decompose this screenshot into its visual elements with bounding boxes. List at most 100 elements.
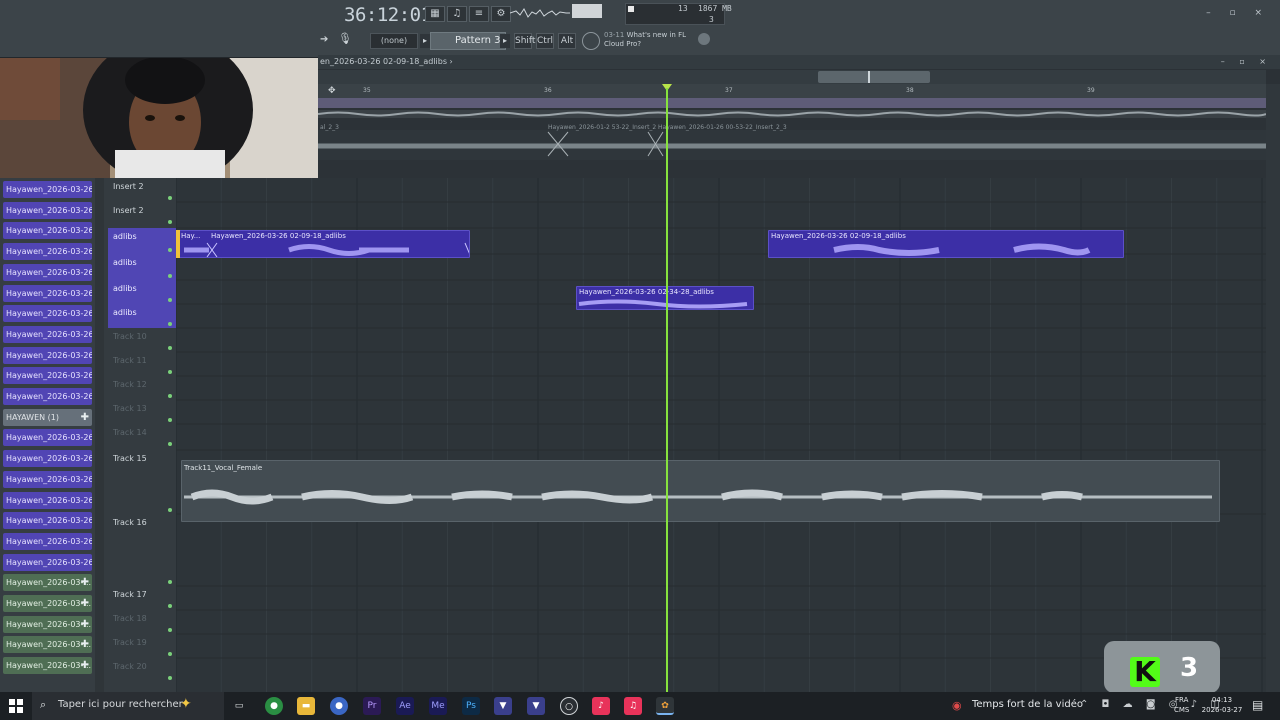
browser-item[interactable]: Hayawen_2026-03-... ✚ <box>3 595 92 612</box>
browser-item[interactable]: Hayawen_2026-03-26 02... <box>3 553 92 571</box>
master-volume-icon[interactable] <box>572 4 602 18</box>
track-header[interactable]: adlibs <box>108 254 176 280</box>
track-enable-icon[interactable] <box>168 274 172 278</box>
browser-item[interactable]: Hayawen_2026-03-26 02... <box>3 181 92 198</box>
app-icon[interactable]: ▼ <box>527 697 545 715</box>
record-arrow-icon[interactable]: ➔ <box>320 34 328 45</box>
track-enable-icon[interactable] <box>168 248 172 252</box>
timeline-ruler[interactable]: 35 36 37 38 39 ✥ <box>318 84 1266 98</box>
track-header[interactable]: Track 10 <box>108 328 176 352</box>
track-enable-icon[interactable] <box>168 370 172 374</box>
track-enable-icon[interactable] <box>168 322 172 326</box>
browser-item[interactable]: Hayawen_2026-03-26 02... <box>3 201 92 219</box>
track-header[interactable]: adlibs <box>108 304 176 328</box>
audio-clip-vocal[interactable]: Track11_Vocal_Female <box>181 460 1220 522</box>
horizontal-scrollbar[interactable] <box>318 70 1266 84</box>
channel-rack-icon[interactable]: ⚙ <box>491 6 511 22</box>
add-icon[interactable]: ✚ <box>81 636 89 653</box>
browser-item[interactable]: Hayawen_2026-03-26 02... <box>3 263 92 281</box>
vertical-scrollbar[interactable] <box>1266 84 1280 692</box>
track-enable-icon[interactable] <box>168 346 172 350</box>
track-header[interactable]: Track 13 <box>108 400 176 424</box>
track-enable-icon[interactable] <box>168 676 172 680</box>
track-header[interactable]: Track 16 <box>108 514 176 586</box>
browser-item[interactable]: HAYAWEN (1) ✚ <box>3 408 92 426</box>
piano-roll-icon[interactable]: ♫ <box>447 6 467 22</box>
track-header[interactable]: Track 15 <box>108 450 176 514</box>
browser-item[interactable]: Hayawen_2026-03-... ✚ <box>3 615 92 633</box>
track-header[interactable]: adlibs <box>108 228 176 254</box>
playhead[interactable] <box>666 88 668 692</box>
browser-item[interactable]: Hayawen_2026-03-26 02... <box>3 470 92 488</box>
audio-clip-adlibs[interactable]: Hay... Hayawen_2026-03-26 02-09-18_adlib… <box>178 230 470 258</box>
browser-item[interactable]: Hayawen_2026-03-26 02... <box>3 222 92 240</box>
pattern-none-selector[interactable]: (none) <box>370 33 418 49</box>
browser-item[interactable]: Hayawen_2026-03-26 02... <box>3 512 92 530</box>
track-enable-icon[interactable] <box>168 394 172 398</box>
track-header[interactable]: Insert 2 <box>108 178 176 202</box>
track-header[interactable]: Track 20 <box>108 658 176 682</box>
media-encoder-icon[interactable]: Me <box>429 697 447 715</box>
browser-item[interactable]: Hayawen_2026-03-... ✚ <box>3 636 92 654</box>
track-enable-icon[interactable] <box>168 652 172 656</box>
browser-item[interactable]: Hayawen_2026-03-26 02... <box>3 367 92 385</box>
track-enable-icon[interactable] <box>168 220 172 224</box>
loop-region-bar[interactable] <box>318 98 1266 108</box>
browser-item[interactable]: Hayawen_2026-03-... ✚ <box>3 657 92 675</box>
browser-item[interactable]: Hayawen_2026-03-26 02... <box>3 429 92 447</box>
premiere-icon[interactable]: Pr <box>363 697 381 715</box>
track-enable-icon[interactable] <box>168 580 172 584</box>
system-clock[interactable]: 04:13 2026-03-27 <box>1200 695 1244 715</box>
browser-item[interactable]: Hayawen_2026-03-26 02... <box>3 305 92 323</box>
add-icon[interactable]: ✚ <box>81 657 89 674</box>
task-view-icon[interactable]: ▭ <box>230 697 248 715</box>
track-enable-icon[interactable] <box>168 628 172 632</box>
tiktok-icon[interactable]: ♪ <box>592 697 610 715</box>
track-header[interactable]: Insert 2 <box>108 202 176 226</box>
track-enable-icon[interactable] <box>168 196 172 200</box>
browser-item[interactable]: Hayawen_2026-03-... ✚ <box>3 574 92 592</box>
photoshop-icon[interactable]: Ps <box>462 697 480 715</box>
playlist-window-controls[interactable]: – ▫ × <box>1221 55 1272 69</box>
track-header[interactable]: Track 18 <box>108 610 176 634</box>
song-position-display[interactable]: 36:12:01 <box>344 4 432 26</box>
window-controls[interactable]: – ▫ × <box>1206 8 1270 18</box>
browser-item[interactable]: Hayawen_2026-03-26 02... <box>3 346 92 364</box>
browser-item[interactable]: Hayawen_2026-03-26 02... <box>3 532 92 550</box>
add-icon[interactable]: ✚ <box>81 616 89 633</box>
browser-scrollbar[interactable] <box>95 178 104 692</box>
track-header[interactable]: adlibs <box>108 280 176 304</box>
after-effects-icon[interactable]: Ae <box>396 697 414 715</box>
news-icon[interactable] <box>582 32 600 50</box>
app-icon[interactable]: ○ <box>560 697 578 715</box>
music-icon[interactable]: ♫ <box>624 697 642 715</box>
notification-icon[interactable]: ▤ <box>1252 698 1263 712</box>
add-icon[interactable]: ✚ <box>81 409 89 426</box>
alt-key-button[interactable]: Alt <box>558 33 576 49</box>
browser-item[interactable]: Hayawen_2026-03-26 02... <box>3 243 92 261</box>
audio-clip-adlibs[interactable]: Hayawen_2026-03-26 02-34-28_adlibs <box>576 286 754 310</box>
ctrl-key-button[interactable]: Ctrl <box>536 33 554 49</box>
browser-item[interactable]: Hayawen_2026-03-26 02... <box>3 284 92 302</box>
arrangement-grid[interactable]: Hay... Hayawen_2026-03-26 02-09-18_adlib… <box>176 178 1266 692</box>
cloud-icon[interactable] <box>698 33 710 45</box>
language-indicator[interactable]: FRA CMS <box>1174 695 1189 715</box>
news-tray-text[interactable]: Temps fort de la vidéo <box>972 699 1083 710</box>
add-icon[interactable]: ✚ <box>81 595 89 612</box>
pattern-prev-icon[interactable]: ▸ <box>420 34 430 48</box>
track-enable-icon[interactable] <box>168 508 172 512</box>
mixer-icon[interactable]: ≡ <box>469 6 489 22</box>
browser-item[interactable]: Hayawen_2026-03-26 02... <box>3 450 92 468</box>
add-icon[interactable]: ✚ <box>81 574 89 591</box>
app-icon[interactable]: ▼ <box>494 697 512 715</box>
playlist-icon[interactable]: ▦ <box>425 6 445 22</box>
browser-icon[interactable]: ● <box>330 697 348 715</box>
fl-studio-icon[interactable]: ✿ <box>656 697 674 715</box>
news-panel[interactable]: 03-11 What's new in FL Cloud Pro? <box>604 31 694 49</box>
pattern-selector[interactable]: Pattern 3 <box>430 32 506 50</box>
file-explorer-icon[interactable]: ▬ <box>297 697 315 715</box>
browser-item[interactable]: Hayawen_2026-03-26 02... <box>3 388 92 405</box>
track-header[interactable]: Track 19 <box>108 634 176 658</box>
track-enable-icon[interactable] <box>168 442 172 446</box>
audio-clip-adlibs[interactable]: Hayawen_2026-03-26 02-09-18_adlibs <box>768 230 1124 258</box>
